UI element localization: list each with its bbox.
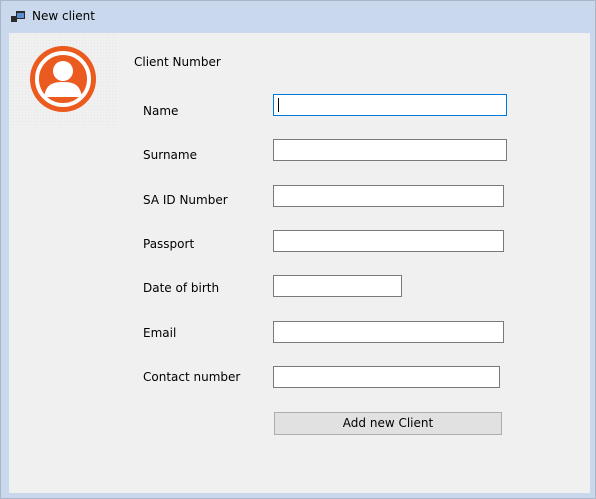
name-label: Name (143, 104, 179, 118)
add-new-client-button[interactable]: Add new Client (274, 412, 502, 435)
surname-field[interactable] (273, 139, 507, 161)
email-label: Email (143, 326, 177, 340)
date-of-birth-label: Date of birth (143, 281, 220, 295)
avatar-panel (9, 33, 117, 125)
email-field[interactable] (273, 321, 504, 343)
text-caret (278, 98, 279, 112)
user-avatar-icon (30, 46, 96, 112)
sa-id-number-field[interactable] (273, 185, 504, 207)
client-number-label: Client Number (134, 55, 221, 69)
date-of-birth-field[interactable] (273, 275, 402, 297)
sa-id-number-label: SA ID Number (143, 193, 228, 207)
passport-field[interactable] (273, 230, 504, 252)
window-frame-bottom (1, 493, 595, 498)
new-client-window: New client Client Number Name Surname SA… (0, 0, 596, 499)
name-field[interactable] (273, 94, 507, 116)
contact-number-field[interactable] (273, 366, 500, 388)
title-bar[interactable]: New client (1, 1, 595, 33)
form-area: Client Number Name Surname SA ID Number … (9, 33, 590, 493)
contact-number-label: Contact number (143, 370, 241, 384)
window-title: New client (32, 9, 95, 23)
application-form-icon (11, 11, 25, 22)
window-frame-left (1, 33, 9, 498)
window-frame-right (590, 33, 595, 498)
surname-label: Surname (143, 148, 197, 162)
passport-label: Passport (143, 237, 195, 251)
